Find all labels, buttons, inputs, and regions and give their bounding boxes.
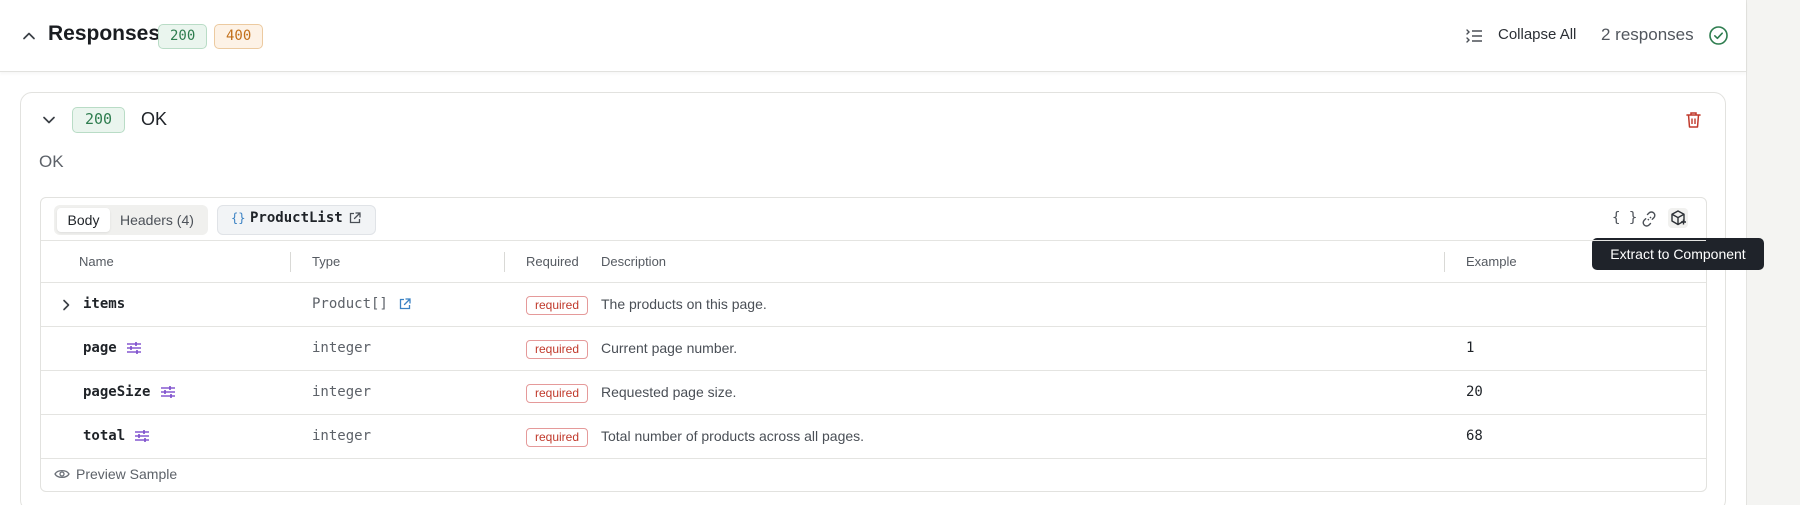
external-link-icon[interactable]	[348, 211, 362, 225]
response-description: OK	[39, 152, 64, 171]
column-header-name: Name	[79, 254, 114, 269]
field-type[interactable]: Product[]	[312, 296, 388, 312]
chevron-right-icon[interactable]	[58, 297, 74, 313]
status-badge-200[interactable]: 200	[158, 24, 208, 49]
extract-component-button[interactable]	[1668, 208, 1688, 228]
table-row-divider	[41, 370, 1706, 371]
column-header-required: Required	[526, 254, 579, 269]
field-example: 1	[1466, 340, 1475, 356]
external-link-icon[interactable]	[398, 297, 412, 311]
json-view-button[interactable]: { }	[1612, 210, 1637, 226]
sliders-icon[interactable]	[126, 340, 142, 356]
braces-icon: {}	[231, 211, 246, 225]
field-name: total	[83, 428, 126, 444]
column-header-example: Example	[1466, 254, 1517, 269]
table-divider	[41, 240, 1706, 241]
trash-icon[interactable]	[1684, 110, 1703, 130]
table-divider	[41, 282, 1706, 283]
unlink-icon[interactable]	[1640, 210, 1658, 228]
table-row-divider	[41, 458, 1706, 459]
field-type: integer	[312, 340, 372, 356]
table-row-divider	[41, 414, 1706, 415]
field-example: 20	[1466, 384, 1483, 400]
required-badge: required	[526, 296, 589, 315]
field-description: The products on this page.	[601, 296, 767, 312]
list-collapse-icon[interactable]	[1464, 26, 1484, 46]
table-row-divider	[41, 326, 1706, 327]
field-name: page	[83, 340, 117, 356]
response-label: OK	[141, 109, 168, 129]
responses-count: 2 responses	[1601, 25, 1694, 44]
field-description: Total number of products across all page…	[601, 428, 865, 444]
required-badge: required	[526, 428, 589, 447]
check-circle-icon	[1709, 26, 1728, 45]
status-badge-400[interactable]: 400	[214, 24, 264, 49]
extract-tooltip: Extract to Component	[1592, 238, 1764, 270]
sliders-icon[interactable]	[134, 428, 150, 444]
responses-title: Responses	[48, 22, 161, 45]
column-resizer[interactable]	[290, 252, 291, 272]
field-type: integer	[312, 428, 372, 444]
field-description: Current page number.	[601, 340, 738, 356]
chevron-up-icon[interactable]	[20, 27, 38, 45]
package-plus-icon	[1671, 210, 1686, 226]
required-badge: required	[526, 384, 589, 403]
tab-body[interactable]: Body	[57, 208, 110, 232]
field-name: items	[83, 296, 126, 312]
chevron-down-icon[interactable]	[40, 111, 58, 129]
field-name: pageSize	[83, 384, 151, 400]
required-badge: required	[526, 340, 589, 359]
collapse-all-button[interactable]: Collapse All	[1498, 26, 1576, 43]
field-example: 68	[1466, 428, 1483, 444]
sliders-icon[interactable]	[160, 384, 176, 400]
column-header-type: Type	[312, 254, 341, 269]
preview-sample-button[interactable]: Preview Sample	[76, 466, 177, 482]
column-header-description: Description	[601, 254, 667, 269]
schema-name[interactable]: ProductList	[250, 210, 343, 226]
schema-table	[40, 197, 1707, 492]
column-resizer[interactable]	[1444, 252, 1445, 272]
response-code-badge[interactable]: 200	[72, 107, 126, 133]
field-type: integer	[312, 384, 372, 400]
column-resizer[interactable]	[504, 252, 505, 272]
field-description: Requested page size.	[601, 384, 737, 400]
tab-headers[interactable]: Headers (4)	[120, 208, 194, 232]
eye-icon[interactable]	[54, 467, 70, 481]
